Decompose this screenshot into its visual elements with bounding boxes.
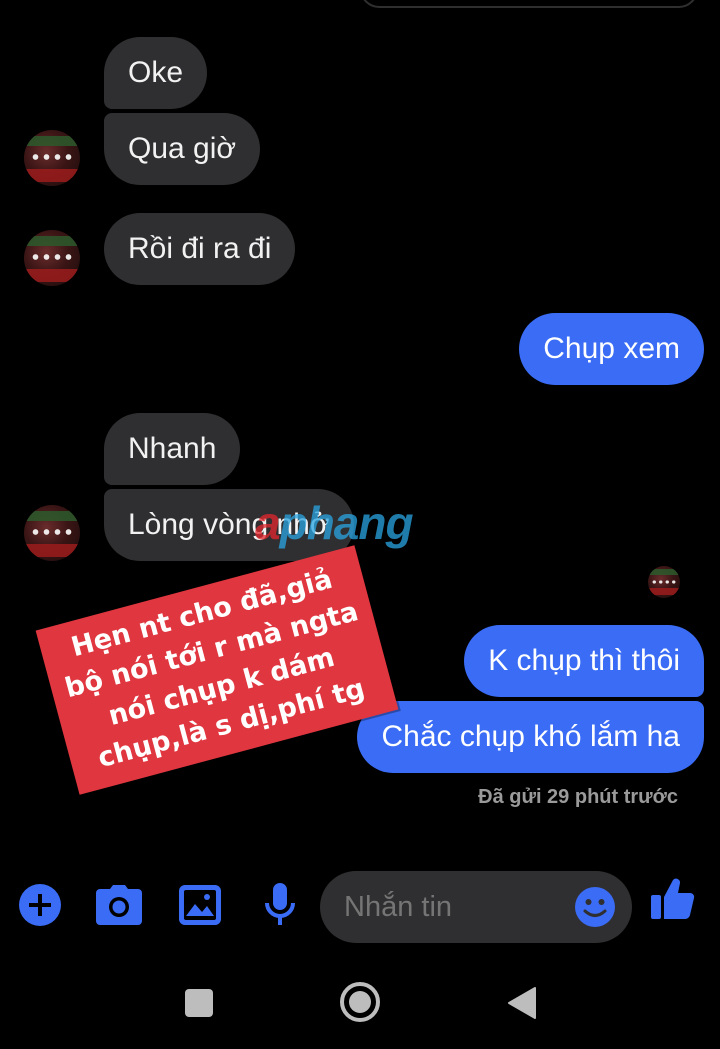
thumbs-up-icon — [651, 878, 695, 920]
back-button[interactable] — [504, 984, 540, 1022]
like-button[interactable] — [650, 876, 696, 922]
emoji-icon — [575, 887, 615, 927]
message-text: Qua giờ — [128, 132, 237, 165]
camera-icon — [96, 885, 142, 925]
square-icon — [185, 989, 213, 1017]
previous-message-edge — [360, 0, 698, 8]
message-bubble-incoming[interactable]: Oke — [104, 37, 208, 109]
recent-apps-button[interactable] — [182, 986, 216, 1020]
message-bubble-incoming[interactable]: Nhanh — [104, 413, 241, 485]
message-text: Nhanh — [128, 432, 217, 465]
message-bubble-incoming[interactable]: Lòng vòng nhở — [104, 489, 354, 561]
message-text: Rồi đi ra đi — [128, 232, 272, 265]
message-text: Chụp xem — [543, 332, 680, 365]
microphone-icon — [265, 883, 295, 925]
home-circle-icon — [340, 982, 380, 1022]
caption-sticker: Hẹn nt cho đã,giả bộ nói tới r mà ngta n… — [35, 545, 399, 795]
message-text: K chụp thì thôi — [488, 644, 680, 677]
contact-avatar[interactable] — [24, 230, 80, 286]
message-bubble-outgoing[interactable]: K chụp thì thôi — [464, 625, 704, 697]
caption-sticker-text: Hẹn nt cho đã,giả bộ nói tới r mà ngta n… — [61, 563, 369, 775]
seen-indicator-avatar — [648, 566, 680, 598]
emoji-button[interactable] — [574, 886, 616, 928]
message-text: Oke — [128, 56, 184, 89]
add-button[interactable] — [18, 883, 62, 927]
message-bubble-outgoing[interactable]: Chụp xem — [519, 313, 704, 385]
message-bubble-outgoing[interactable]: Chắc chụp khó lắm ha — [357, 701, 704, 773]
message-bubble-incoming[interactable]: Rồi đi ra đi — [104, 213, 296, 285]
camera-button[interactable] — [96, 883, 142, 927]
home-button[interactable] — [338, 980, 382, 1024]
message-bubble-incoming[interactable]: Qua giờ — [104, 113, 261, 185]
sent-status-text: Đã gửi 29 phút trước — [478, 786, 678, 808]
back-triangle-icon — [508, 987, 536, 1019]
message-composer[interactable] — [320, 871, 632, 943]
message-input[interactable] — [344, 871, 564, 943]
voice-button[interactable] — [258, 881, 302, 929]
contact-avatar[interactable] — [24, 505, 80, 561]
image-icon — [179, 885, 221, 925]
message-text: Lòng vòng nhở — [128, 508, 330, 541]
message-text: Chắc chụp khó lắm ha — [381, 720, 680, 753]
contact-avatar[interactable] — [24, 130, 80, 186]
gallery-button[interactable] — [178, 883, 222, 927]
plus-circle-icon — [19, 884, 61, 926]
